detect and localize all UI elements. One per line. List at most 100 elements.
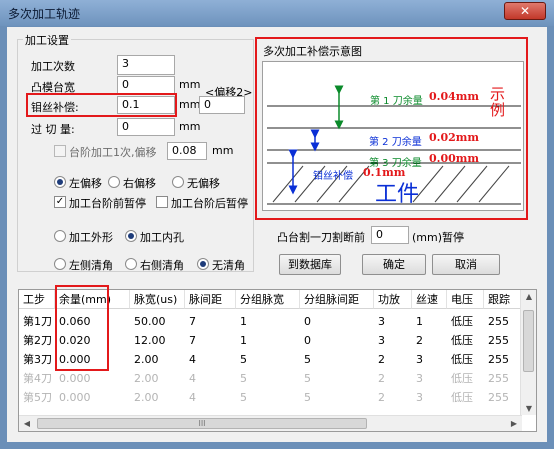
vertical-scroll-thumb[interactable] (523, 310, 534, 372)
cell-group-width[interactable]: 5 (236, 350, 247, 369)
offset-right-radio[interactable] (108, 176, 120, 188)
cell-wire-speed[interactable]: 3 (412, 369, 423, 388)
passes-label: 加工次数 (31, 60, 75, 73)
margin-column-highlight (55, 285, 109, 371)
col-header-step[interactable]: 工步 (19, 290, 55, 309)
cell-step[interactable]: 第1刀 (19, 312, 52, 331)
pass2-value: 0.02mm (429, 131, 480, 144)
corner-none-label: 无清角 (212, 259, 245, 272)
step-offset-input[interactable]: 0.08 (167, 142, 207, 160)
offset2-input[interactable]: 0 (199, 96, 245, 114)
cell-tracking[interactable]: 255 (484, 350, 509, 369)
cell-voltage[interactable]: 低压 (447, 369, 473, 388)
scroll-right-icon[interactable]: ▶ (506, 419, 522, 428)
cell-pulse-interval[interactable]: 7 (185, 331, 196, 350)
corner-left-radio[interactable] (54, 258, 66, 270)
cell-step[interactable]: 第4刀 (19, 369, 52, 388)
cell-amp[interactable]: 3 (374, 331, 385, 350)
cell-group-width[interactable]: 5 (236, 388, 247, 407)
cell-voltage[interactable]: 低压 (447, 331, 473, 350)
col-header-pulse-interval[interactable]: 脉间距 (185, 290, 236, 309)
cell-step[interactable]: 第3刀 (19, 350, 52, 369)
close-button[interactable]: ✕ (504, 2, 546, 20)
cell-group-interval[interactable]: 0 (300, 331, 311, 350)
offset-none-label: 无偏移 (187, 177, 220, 190)
overcut-input[interactable]: 0 (117, 118, 175, 136)
cell-wire-speed[interactable]: 3 (412, 388, 423, 407)
to-database-button[interactable]: 到数据库 (279, 254, 341, 275)
cell-group-width[interactable]: 5 (236, 369, 247, 388)
pass3-value: 0.00mm (429, 152, 480, 165)
scroll-down-icon[interactable]: ▼ (521, 404, 537, 413)
col-header-tracking[interactable]: 跟踪 (484, 290, 522, 309)
mode-inner-radio[interactable] (125, 230, 137, 242)
passes-input[interactable]: 3 (117, 55, 175, 75)
cell-amp[interactable]: 3 (374, 312, 385, 331)
corner-none-radio[interactable] (197, 258, 209, 270)
horizontal-scroll-thumb[interactable]: III (37, 418, 367, 429)
cell-step[interactable]: 第2刀 (19, 331, 52, 350)
cell-group-interval[interactable]: 5 (300, 388, 311, 407)
cell-voltage[interactable]: 低压 (447, 388, 473, 407)
scroll-up-icon[interactable]: ▲ (521, 292, 537, 301)
cell-amp[interactable]: 2 (374, 350, 385, 369)
boss-pause-input[interactable]: 0 (371, 226, 409, 244)
cell-group-interval[interactable]: 0 (300, 312, 311, 331)
pause-before-checkbox[interactable]: ✓ (54, 196, 66, 208)
scroll-left-icon[interactable]: ◀ (19, 419, 35, 428)
cell-pulse-width[interactable]: 2.00 (130, 369, 159, 388)
cell-group-interval[interactable]: 5 (300, 369, 311, 388)
pause-after-label: 加工台阶后暂停 (171, 197, 248, 210)
wire-label: 钼丝补偿 (313, 171, 353, 182)
corner-left-label: 左侧清角 (69, 259, 113, 272)
cell-amp[interactable]: 2 (374, 388, 385, 407)
mode-outer-radio[interactable] (54, 230, 66, 242)
col-header-group-interval[interactable]: 分组脉间距 (300, 290, 374, 309)
cell-group-interval[interactable]: 5 (300, 350, 311, 369)
cell-tracking[interactable]: 255 (484, 312, 509, 331)
cell-tracking[interactable]: 255 (484, 331, 509, 350)
col-header-wire-speed[interactable]: 丝速 (412, 290, 447, 309)
cell-voltage[interactable]: 低压 (447, 312, 473, 331)
ok-button[interactable]: 确定 (362, 254, 426, 275)
col-header-voltage[interactable]: 电压 (447, 290, 484, 309)
cell-margin[interactable]: 0.000 (55, 369, 91, 388)
corner-right-label: 右侧清角 (140, 259, 184, 272)
workpiece-label: 工件 (375, 182, 420, 207)
mode-inner-label: 加工内孔 (140, 231, 184, 244)
cell-wire-speed[interactable]: 3 (412, 350, 423, 369)
pause-before-label: 加工台阶前暂停 (69, 197, 146, 210)
offset-left-radio[interactable] (54, 176, 66, 188)
corner-right-radio[interactable] (125, 258, 137, 270)
cell-pulse-width[interactable]: 50.00 (130, 312, 166, 331)
window-title: 多次加工轨迹 (8, 7, 81, 21)
cell-voltage[interactable]: 低压 (447, 350, 473, 369)
col-header-group-width[interactable]: 分组脉宽 (236, 290, 300, 309)
cell-tracking[interactable]: 255 (484, 388, 509, 407)
cell-pulse-width[interactable]: 2.00 (130, 350, 159, 369)
vertical-scrollbar[interactable]: ▲ ▼ (520, 290, 536, 415)
col-header-pulse-width[interactable]: 脉宽(us) (130, 290, 185, 309)
cell-amp[interactable]: 2 (374, 369, 385, 388)
cell-group-width[interactable]: 1 (236, 331, 247, 350)
cell-tracking[interactable]: 255 (484, 369, 509, 388)
cell-pulse-width[interactable]: 12.00 (130, 331, 166, 350)
die-width-input[interactable]: 0 (117, 76, 175, 94)
col-header-amp[interactable]: 功放 (374, 290, 412, 309)
cell-margin[interactable]: 0.000 (55, 388, 91, 407)
pause-after-checkbox[interactable] (156, 196, 168, 208)
offset-none-radio[interactable] (172, 176, 184, 188)
cell-step[interactable]: 第5刀 (19, 388, 52, 407)
horizontal-scrollbar[interactable]: ◀ III ▶ (19, 415, 522, 431)
cell-pulse-interval[interactable]: 4 (185, 369, 196, 388)
cell-pulse-interval[interactable]: 7 (185, 312, 196, 331)
cell-wire-speed[interactable]: 1 (412, 312, 423, 331)
cell-pulse-interval[interactable]: 4 (185, 388, 196, 407)
cell-pulse-width[interactable]: 2.00 (130, 388, 159, 407)
cell-group-width[interactable]: 1 (236, 312, 247, 331)
cancel-button[interactable]: 取消 (432, 254, 500, 275)
cell-pulse-interval[interactable]: 4 (185, 350, 196, 369)
wire-comp-highlight (26, 93, 177, 117)
step-checkbox[interactable] (54, 145, 66, 157)
cell-wire-speed[interactable]: 2 (412, 331, 423, 350)
